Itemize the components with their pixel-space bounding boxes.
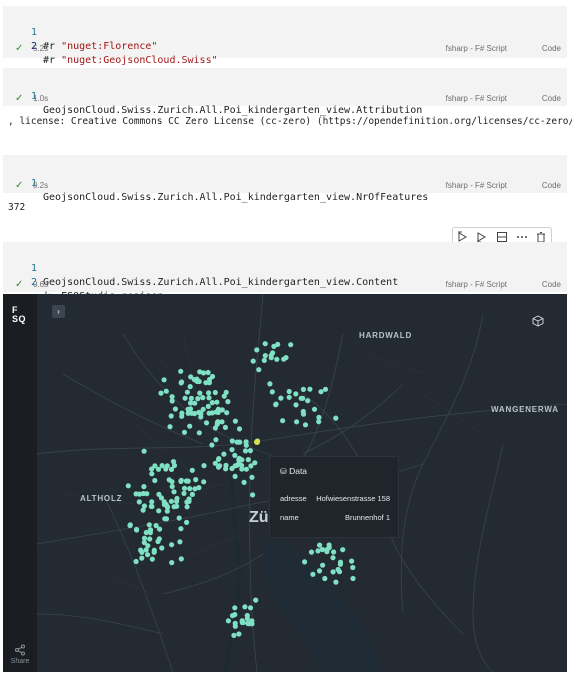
- success-check-icon: ✓: [15, 93, 24, 104]
- map-label-hardwald: HARDWALD: [359, 331, 413, 340]
- tooltip-value: Hofwiesenstrasse 158: [316, 494, 390, 503]
- code-line[interactable]: 1 GeojsonCloud.Swiss.Zurich.All.Poi_kind…: [3, 248, 398, 288]
- map-view[interactable]: F SQ › HARDWALD WANGENERWA ALTHOLZ Zü ⛁ …: [3, 294, 567, 672]
- code-text: GeojsonCloud.Swiss.Zurich.All.Poi_kinder…: [43, 192, 429, 203]
- success-check-icon: ✓: [15, 180, 24, 191]
- execution-time: 5.2s: [33, 44, 49, 53]
- execution-time: 1.0s: [33, 94, 49, 103]
- expand-panel-button[interactable]: ›: [52, 305, 65, 318]
- river-shape: [223, 443, 242, 672]
- language-indicator[interactable]: fsharp - F# Script: [446, 179, 507, 193]
- cell-status-bar: ✓ 5.2s fsharp - F# Script Code: [3, 42, 567, 56]
- success-check-icon: ✓: [15, 279, 24, 290]
- execution-time: 0.6s: [33, 280, 49, 289]
- code-cell-2[interactable]: 1 GeojsonCloud.Swiss.Zurich.All.Poi_kind…: [3, 68, 567, 116]
- map-label-zurich: Zü: [249, 509, 269, 526]
- code-keyword: #r: [43, 55, 56, 66]
- tooltip-key: adresse: [280, 494, 307, 503]
- success-check-icon: ✓: [15, 43, 24, 54]
- cell-output: , license: Creative Commons CC Zero Lice…: [8, 116, 572, 127]
- code-line[interactable]: 1 GeojsonCloud.Swiss.Zurich.All.Poi_kind…: [3, 76, 422, 116]
- code-cell-3[interactable]: 1 GeojsonCloud.Swiss.Zurich.All.Poi_kind…: [3, 155, 567, 203]
- tooltip-key: name: [280, 513, 299, 522]
- map-label-altholz: ALTHOLZ: [80, 494, 123, 503]
- code-cell-1[interactable]: 1 #r "nuget:Florence" 2 #r "nuget:Geojso…: [3, 6, 567, 66]
- code-line[interactable]: 2 #r "nuget:GeojsonCloud.Swiss": [3, 26, 218, 66]
- map-tooltip: ⛁ Data adresse Hofwiesenstrasse 158 name…: [269, 456, 399, 538]
- tooltip-title: ⛁ Data: [280, 466, 307, 476]
- cell-status-bar: ✓ 0.6s fsharp - F# Script Code: [3, 278, 567, 292]
- share-label: Share: [10, 658, 30, 665]
- tooltip-value: Brunnenhof 1: [344, 513, 390, 522]
- cell-output: 372: [8, 202, 26, 213]
- cell-kind[interactable]: Code: [542, 278, 561, 292]
- map-label-wangenerwald: WANGENERWA: [491, 405, 559, 414]
- execution-time: 0.2s: [33, 181, 49, 190]
- code-cell-4[interactable]: 1 GeojsonCloud.Swiss.Zurich.All.Poi_kind…: [3, 242, 567, 302]
- language-indicator[interactable]: fsharp - F# Script: [446, 92, 507, 106]
- chevron-right-icon: ›: [57, 307, 60, 316]
- fsq-logo: F SQ: [12, 306, 26, 324]
- cube-3d-icon[interactable]: [532, 314, 544, 332]
- cell-status-bar: ✓ 0.2s fsharp - F# Script Code: [3, 179, 567, 193]
- fsq-logo-line: SQ: [12, 314, 27, 324]
- map-sidebar: [3, 294, 37, 672]
- cell-status-bar: ✓ 1.0s fsharp - F# Script Code: [3, 92, 567, 106]
- share-icon: [15, 644, 25, 656]
- code-string: "nuget:GeojsonCloud.Swiss": [61, 55, 218, 66]
- code-line[interactable]: 1 GeojsonCloud.Swiss.Zurich.All.Poi_kind…: [3, 163, 428, 203]
- language-indicator[interactable]: fsharp - F# Script: [446, 278, 507, 292]
- database-icon: ⛁: [280, 467, 287, 476]
- cell-kind[interactable]: Code: [542, 179, 561, 193]
- share-button[interactable]: Share: [9, 644, 31, 665]
- language-indicator[interactable]: fsharp - F# Script: [446, 42, 507, 56]
- tooltip-title-text: Data: [289, 466, 308, 476]
- cell-kind[interactable]: Code: [542, 42, 561, 56]
- code-line[interactable]: 2 |> FSQStudio.geojson: [3, 262, 163, 302]
- cell-kind[interactable]: Code: [542, 92, 561, 106]
- lake-shape: [263, 540, 381, 672]
- code-line[interactable]: 1 #r "nuget:Florence": [3, 12, 157, 52]
